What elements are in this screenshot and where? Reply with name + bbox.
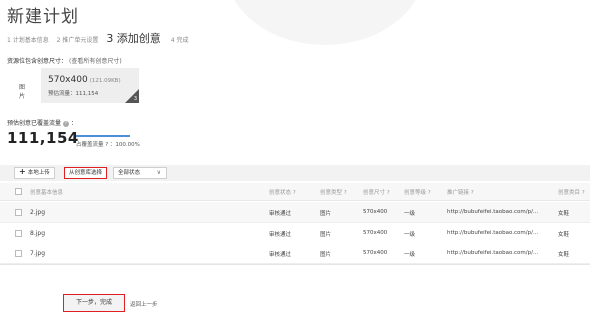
status-filter-select[interactable]: 全部状态 ∨ <box>113 167 167 179</box>
table-header: 创意基本信息 创意状态 ? 创意类型 ? 创意尺寸 ? 创意等级 ? 推广链接 … <box>0 183 590 201</box>
creative-review-status: 审核通过 <box>269 211 292 217</box>
creative-category: 女鞋 <box>558 211 570 217</box>
creative-type-label: 图片 <box>19 84 26 100</box>
chevron-down-icon: ∨ <box>156 169 161 176</box>
creative-url[interactable]: http://bubufeifei.taobao.com/p/... <box>447 209 538 215</box>
column-header-review[interactable]: 创意状态 ? <box>269 188 296 196</box>
step-add-creative: 3 添加创意 <box>106 32 161 45</box>
column-header-size[interactable]: 创意尺寸 ? <box>363 188 390 196</box>
creative-name: 2.jpg <box>30 209 46 216</box>
step-complete: 4 完成 <box>170 37 189 44</box>
size-card-dimension: 570x400 (121.09KB) <box>48 75 121 85</box>
creative-name: 7.jpg <box>30 250 46 257</box>
table-row[interactable]: 7.jpg 审核通过 图片 570x400 一级 http://bubufeif… <box>0 243 590 264</box>
coverage-percent: 占覆盖流量 ? ：100.00% <box>76 142 140 148</box>
coverage-value: 111,154 <box>7 129 79 147</box>
coverage-progress-bar <box>76 135 130 137</box>
creative-url[interactable]: http://bubufeifei.taobao.com/p/... <box>447 250 538 256</box>
table-row[interactable]: 8.jpg 审核通过 图片 570x400 一级 http://bubufeif… <box>0 223 590 244</box>
size-card-file-size: (121.09KB) <box>89 78 121 84</box>
creative-review-status: 审核通过 <box>269 232 292 238</box>
coverage-label: 预估创意已覆盖流量 ? ： <box>7 118 77 127</box>
creative-type: 图片 <box>320 232 332 238</box>
creative-type: 图片 <box>320 252 332 258</box>
creative-review-status: 审核通过 <box>269 252 292 258</box>
row-checkbox[interactable] <box>15 230 22 237</box>
step-unit-settings: 2 推广单元设置 <box>56 37 99 44</box>
step-basic-info: 1 计划基本信息 <box>7 37 49 44</box>
row-checkbox[interactable] <box>15 250 22 257</box>
status-filter-value: 全部状态 <box>118 170 141 176</box>
background-decoration <box>225 0 425 45</box>
table-row[interactable]: 2.jpg 审核通过 图片 570x400 一级 http://bubufeif… <box>0 202 590 223</box>
column-header-category[interactable]: 创意类目 ? <box>558 188 585 196</box>
back-link[interactable]: 返回上一步 <box>130 300 158 308</box>
creative-level: 一级 <box>404 232 416 238</box>
creative-size-label: 资源位包含创意尺寸： (查看所有创意尺寸) <box>7 56 122 65</box>
creative-toolbar: + 本地上传 从创意库选择 全部状态 ∨ <box>0 165 590 181</box>
coverage-label-text: 预估创意已覆盖流量 <box>7 120 62 127</box>
column-header-type[interactable]: 创意类型 ? <box>320 188 347 196</box>
size-card-traffic: 预估流量：111,154 <box>48 91 99 97</box>
creative-level: 一级 <box>404 252 416 258</box>
row-checkbox[interactable] <box>15 209 22 216</box>
creative-size-label-text: 资源位包含创意尺寸： <box>7 58 68 65</box>
creative-level: 一级 <box>404 211 416 217</box>
next-complete-button[interactable]: 下一步，完成 <box>63 294 125 312</box>
plus-icon: + <box>19 167 26 176</box>
step-indicator: 1 计划基本信息 2 推广单元设置 3 添加创意 4 完成 <box>7 30 194 45</box>
column-header-url[interactable]: 推广链接 ? <box>447 188 474 196</box>
column-header-level[interactable]: 创意等级 ? <box>404 188 431 196</box>
select-from-library-button[interactable]: 从创意库选择 <box>64 167 108 179</box>
creative-url[interactable]: http://bubufeifei.taobao.com/p/... <box>447 230 538 236</box>
local-upload-label: 本地上传 <box>27 170 50 176</box>
creative-size: 570x400 <box>363 209 388 215</box>
creative-size: 570x400 <box>363 230 388 236</box>
creative-category: 女鞋 <box>558 252 570 258</box>
footer-actions: 下一步，完成 返回上一步 <box>0 264 590 313</box>
view-all-sizes-link[interactable]: (查看所有创意尺寸) <box>69 58 122 65</box>
select-all-checkbox[interactable] <box>15 188 22 195</box>
creative-size: 570x400 <box>363 250 388 256</box>
creative-type: 图片 <box>320 211 332 217</box>
column-header-info: 创意基本信息 <box>30 190 64 196</box>
local-upload-button[interactable]: + 本地上传 <box>14 167 55 179</box>
size-card-dimension-text: 570x400 <box>48 75 88 85</box>
size-card[interactable]: 570x400 (121.09KB) 预估流量：111,154 3 <box>41 68 139 103</box>
creative-name: 8.jpg <box>30 230 46 237</box>
help-icon[interactable]: ? <box>62 120 69 127</box>
size-card-count: 3 <box>133 96 137 102</box>
coverage-colon: ： <box>70 120 77 127</box>
page-title: 新建计划 <box>7 7 79 27</box>
creative-category: 女鞋 <box>558 232 570 238</box>
